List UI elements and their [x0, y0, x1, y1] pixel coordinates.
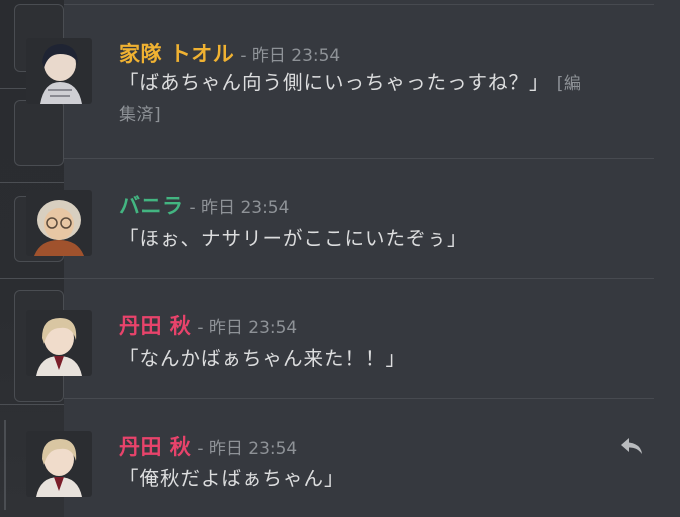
edited-label: 集済] [119, 105, 162, 125]
message-header: 家隊 トオル - 昨日 23:54 [119, 38, 340, 66]
message-list: 家隊 トオル - 昨日 23:54 「ばあちゃん向う側にいっちゃったっすね？」 … [0, 0, 680, 517]
message-header: 丹田 秋 - 昨日 23:54 [119, 310, 297, 338]
message-divider [64, 398, 654, 399]
author-name[interactable]: バニラ [119, 190, 184, 220]
chat-window: 家隊 トオル - 昨日 23:54 「ばあちゃん向う側にいっちゃったっすね？」 … [0, 0, 680, 517]
avatar[interactable] [26, 38, 92, 104]
message-header: バニラ - 昨日 23:54 [119, 190, 289, 218]
reply-arrow-icon[interactable] [618, 432, 646, 460]
message-header: 丹田 秋 - 昨日 23:54 [119, 431, 297, 459]
edited-label: [編 [556, 74, 582, 94]
timestamp: - 昨日 23:54 [197, 318, 298, 338]
message-divider [64, 278, 654, 279]
avatar[interactable] [26, 310, 92, 376]
timestamp: - 昨日 23:54 [197, 439, 298, 459]
message-text: 「ほぉ、ナサリーがここにいたぞぅ」 [119, 227, 468, 250]
avatar[interactable] [26, 431, 92, 497]
message-divider [64, 158, 654, 159]
author-name[interactable]: 丹田 秋 [119, 431, 191, 461]
author-name[interactable]: 家隊 トオル [119, 38, 234, 68]
message-text: 「俺秋だよばぁちゃん」 [119, 467, 345, 490]
timestamp: - 昨日 23:54 [189, 198, 290, 218]
author-name[interactable]: 丹田 秋 [119, 310, 191, 340]
message-text-line: 「ばあちゃん向う側にいっちゃったっすね？」 [119, 71, 550, 94]
avatar[interactable] [26, 190, 92, 256]
message-text: 「ばあちゃん向う側にいっちゃったっすね？」 [編 集済] [119, 68, 639, 130]
message-divider [64, 4, 654, 5]
timestamp: - 昨日 23:54 [240, 46, 341, 66]
message-text: 「なんかばぁちゃん来た！！」 [119, 347, 407, 370]
